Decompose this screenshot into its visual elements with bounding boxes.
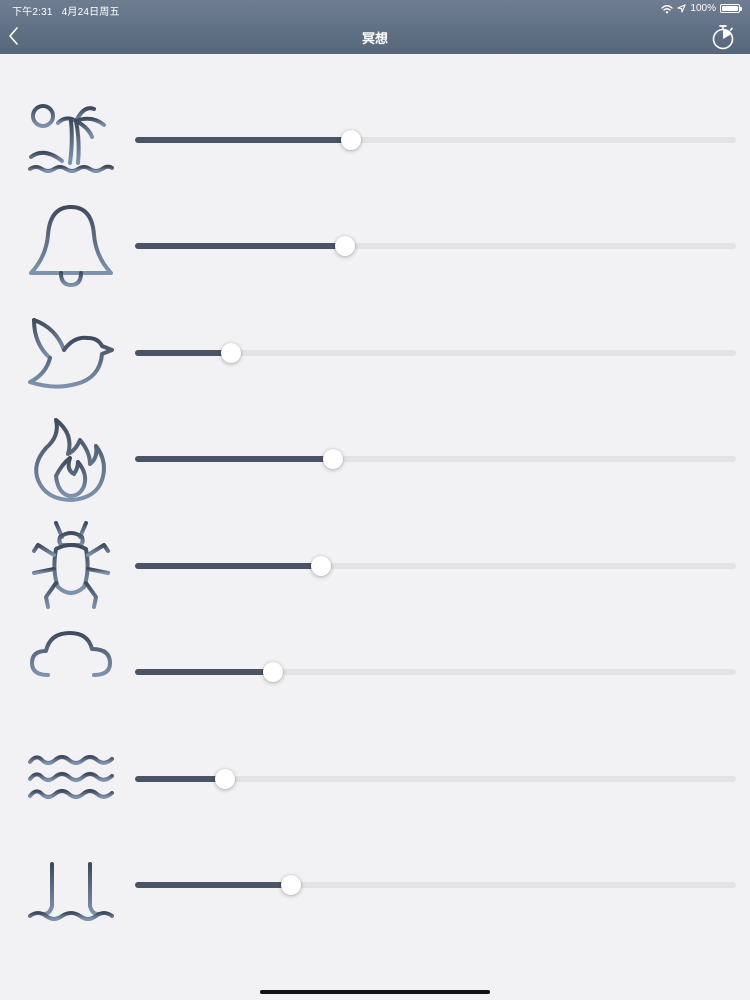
battery-percent: 100% xyxy=(690,3,716,14)
volume-slider[interactable] xyxy=(135,551,736,581)
volume-slider[interactable] xyxy=(135,338,736,368)
sound-row-waves xyxy=(0,734,750,824)
slider-fill xyxy=(135,563,321,569)
timer-button[interactable] xyxy=(711,24,735,50)
sound-row-bird xyxy=(0,308,750,398)
volume-slider[interactable] xyxy=(135,870,736,900)
slider-thumb[interactable] xyxy=(341,130,361,150)
status-bar-left: 下午2:31 4月24日周五 xyxy=(12,3,126,18)
slider-thumb[interactable] xyxy=(323,449,343,469)
slider-fill xyxy=(135,350,231,356)
stopwatch-icon xyxy=(712,25,734,50)
sound-row-insect xyxy=(0,521,750,611)
slider-thumb[interactable] xyxy=(215,769,235,789)
slider-thumb[interactable] xyxy=(263,662,283,682)
sound-row-waterfall xyxy=(0,840,750,930)
slider-thumb[interactable] xyxy=(311,556,331,576)
slider-fill xyxy=(135,669,273,675)
slider-fill xyxy=(135,882,291,888)
battery-icon xyxy=(720,4,742,13)
status-bar-right: 100% xyxy=(661,3,742,14)
beach-palm-icon xyxy=(26,95,116,185)
slider-thumb[interactable] xyxy=(335,236,355,256)
volume-slider[interactable] xyxy=(135,657,736,687)
volume-slider[interactable] xyxy=(135,231,736,261)
waterfall-icon xyxy=(26,840,116,930)
page-title: 冥想 xyxy=(361,31,388,46)
sound-row-beach xyxy=(0,95,750,185)
home-indicator[interactable] xyxy=(260,990,490,994)
volume-slider[interactable] xyxy=(135,125,736,155)
insect-icon xyxy=(26,521,116,611)
sound-row-bell xyxy=(0,201,750,291)
navigation-bar: 下午2:31 4月24日周五 100% 冥想 xyxy=(0,0,750,54)
location-arrow-icon xyxy=(677,4,687,13)
slider-thumb[interactable] xyxy=(221,343,241,363)
slider-fill xyxy=(135,137,351,143)
waves-icon xyxy=(26,734,116,824)
slider-thumb[interactable] xyxy=(281,875,301,895)
volume-slider[interactable] xyxy=(135,444,736,474)
sound-row-fire xyxy=(0,414,750,504)
status-date: 4月24日周五 xyxy=(61,7,120,18)
sound-row-rain xyxy=(0,627,750,717)
volume-slider[interactable] xyxy=(135,764,736,794)
status-time: 下午2:31 xyxy=(12,7,53,18)
fire-icon xyxy=(26,414,116,504)
slider-fill xyxy=(135,776,225,782)
slider-fill xyxy=(135,243,345,249)
rain-cloud-icon xyxy=(26,627,116,717)
slider-fill xyxy=(135,456,333,462)
dove-icon xyxy=(26,308,116,398)
wifi-icon xyxy=(661,4,674,13)
bell-icon xyxy=(26,201,116,291)
